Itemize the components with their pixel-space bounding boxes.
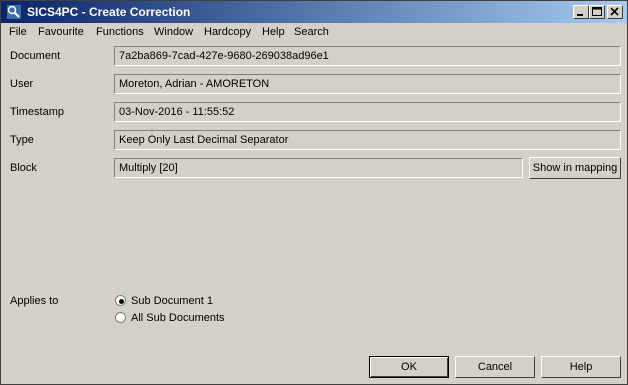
radio-selected-dot — [119, 299, 124, 304]
document-field[interactable]: 7a2ba869-7cad-427e-9680-269038ad96e1 — [114, 46, 621, 66]
app-icon — [7, 5, 21, 19]
applies-to-label: Applies to — [10, 295, 59, 307]
close-button[interactable] — [607, 5, 623, 19]
menu-search[interactable]: Search — [294, 26, 329, 38]
type-label: Type — [10, 134, 34, 146]
timestamp-field[interactable]: 03-Nov-2016 - 11:55:52 — [114, 102, 621, 122]
block-label: Block — [10, 162, 37, 174]
menu-help[interactable]: Help — [262, 26, 285, 38]
all-sub-documents-label[interactable]: All Sub Documents — [131, 312, 225, 324]
block-field[interactable]: Multiply [20] — [114, 158, 523, 178]
close-icon — [610, 7, 619, 16]
ok-button[interactable]: OK — [369, 356, 449, 378]
sub-document-1-label[interactable]: Sub Document 1 — [131, 295, 213, 307]
cancel-button[interactable]: Cancel — [455, 356, 535, 378]
user-label: User — [10, 78, 34, 90]
menu-window[interactable]: Window — [154, 26, 193, 38]
menu-file[interactable]: File — [9, 26, 27, 38]
title-bar[interactable]: SICS4PC - Create Correction — [1, 1, 627, 23]
all-sub-documents-radio[interactable] — [115, 312, 126, 323]
create-correction-window: SICS4PC - Create Correction File Favouri… — [0, 0, 628, 385]
user-field[interactable]: Moreton, Adrian - AMORETON — [114, 74, 621, 94]
window-title: SICS4PC - Create Correction — [27, 5, 191, 19]
menu-functions[interactable]: Functions — [96, 26, 144, 38]
document-label: Document — [10, 50, 61, 62]
maximize-icon — [592, 7, 602, 16]
minimize-button[interactable] — [573, 5, 589, 19]
help-button[interactable]: Help — [541, 356, 621, 378]
minimize-icon — [577, 14, 583, 16]
sub-document-1-radio[interactable] — [115, 295, 126, 306]
type-field[interactable]: Keep Only Last Decimal Separator — [114, 130, 621, 150]
show-in-mapping-button[interactable]: Show in mapping — [529, 157, 621, 179]
menu-favourite[interactable]: Favourite — [38, 26, 84, 38]
maximize-button[interactable] — [589, 5, 605, 19]
menu-bar: File Favourite Functions Window Hardcopy… — [1, 23, 627, 43]
menu-hardcopy[interactable]: Hardcopy — [204, 26, 251, 38]
timestamp-label: Timestamp — [10, 106, 64, 118]
